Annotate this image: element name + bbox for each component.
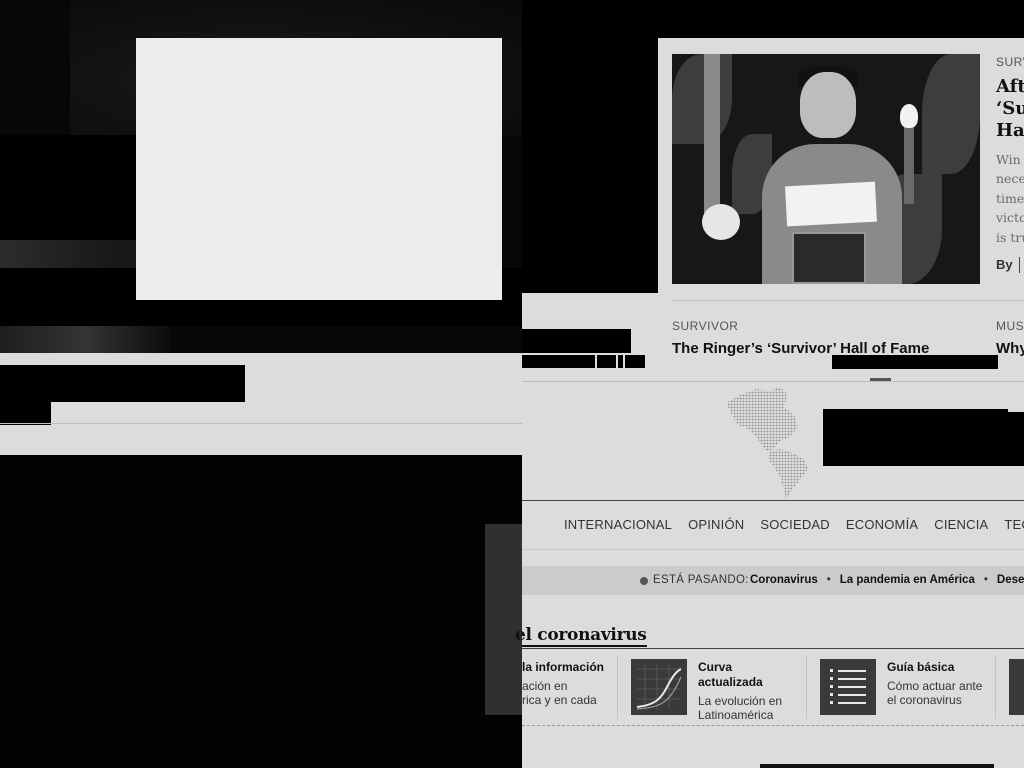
caption-strip (0, 353, 522, 455)
voting-urn (792, 232, 866, 284)
tile-thumbnail[interactable] (1009, 659, 1024, 715)
related-kicker[interactable]: SURVIVOR (672, 319, 738, 333)
trending-link[interactable]: La pandemia en América (840, 574, 975, 586)
section-title[interactable]: el coronavirus (515, 625, 647, 645)
bullet-separator: • (983, 574, 988, 586)
redacted-region (0, 455, 522, 768)
live-dot-icon (640, 577, 648, 585)
section-underline (522, 645, 647, 647)
redacted-text (522, 355, 645, 368)
related-headline[interactable]: Why (996, 340, 1024, 357)
divider (0, 423, 522, 424)
featured-illustration[interactable] (672, 54, 980, 284)
redacted-text (832, 355, 998, 369)
torch-flame (900, 104, 918, 128)
divider (522, 381, 1024, 382)
tile-separator (995, 655, 996, 719)
tile-separator (617, 655, 618, 719)
tile-desc: ación en rica y en cada (522, 679, 597, 707)
redacted-region (522, 0, 658, 293)
redacted-text (0, 402, 51, 425)
gap (616, 355, 618, 368)
card-headline[interactable]: Aft ‘Su Has (996, 76, 1024, 142)
photo-detail (0, 326, 170, 353)
tile-title[interactable]: Guía básica (887, 660, 954, 675)
globe-logo-icon[interactable] (718, 385, 818, 499)
tile-title[interactable]: Curva actualizada (698, 660, 763, 690)
chart-curve-icon[interactable] (631, 659, 687, 715)
next-section-edge (760, 764, 994, 768)
tile-desc: Cómo actuar ante el coronavirus (887, 679, 983, 707)
checklist-icon[interactable] (820, 659, 876, 715)
tile-title[interactable]: la información (522, 660, 604, 675)
redacted-text (522, 329, 631, 353)
nav-item-economia[interactable]: ECONOMÍA (846, 517, 918, 532)
gap (595, 355, 597, 368)
vote-parchment (785, 181, 877, 227)
trending-link[interactable]: Desem (997, 574, 1024, 586)
tile-separator (806, 655, 807, 719)
featured-card[interactable] (136, 38, 502, 300)
divider (522, 648, 1024, 649)
card-kicker[interactable]: SURV (996, 55, 1024, 69)
card-byline: By (996, 257, 1013, 272)
nav-item-tecnologia[interactable]: TECNOLO (1004, 517, 1024, 532)
divider (522, 549, 1024, 550)
bullet-separator: • (826, 574, 831, 586)
trending-link[interactable]: Coronavirus (750, 574, 818, 586)
divider (672, 300, 1024, 301)
trending-links: Coronavirus • La pandemia en América • D… (750, 574, 1024, 586)
masthead-rule (522, 500, 1024, 501)
redacted-text (0, 365, 245, 402)
nav-item-sociedad[interactable]: SOCIEDAD (760, 517, 830, 532)
host-face (800, 72, 856, 138)
tile-desc: La evolución en Latinoamérica (698, 694, 783, 722)
related-kicker[interactable]: MUS (996, 319, 1024, 333)
nav-item-ciencia[interactable]: CIENCIA (934, 517, 988, 532)
byline-separator (1019, 257, 1020, 273)
gap (623, 355, 625, 368)
bamboo-pole (704, 54, 720, 214)
divider (522, 725, 1024, 726)
masthead-logo[interactable] (823, 409, 1024, 466)
overlay-panel (485, 524, 522, 715)
logo-notch (1008, 409, 1024, 412)
nav-item-opinion[interactable]: OPINIÓN (688, 517, 744, 532)
card-dek: Win nece time victo is tru (996, 152, 1024, 245)
nav-item-internacional[interactable]: INTERNACIONAL (564, 517, 672, 532)
leaf-shape (672, 54, 732, 144)
skull (702, 204, 740, 240)
section-nav: INTERNACIONAL OPINIÓN SOCIEDAD ECONOMÍA … (564, 517, 1024, 532)
trending-label: ESTÁ PASANDO: (653, 574, 749, 586)
leaf-shape (922, 54, 980, 174)
